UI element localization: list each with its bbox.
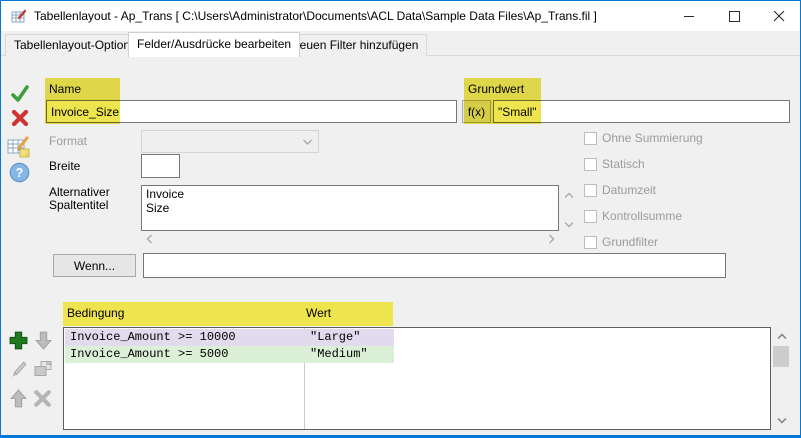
- scroll-down-icon[interactable]: [563, 220, 575, 230]
- delete-condition-button[interactable]: [32, 388, 53, 409]
- wenn-condition-input[interactable]: [143, 253, 726, 278]
- duplicate-condition-button[interactable]: [32, 358, 54, 379]
- checkbox-statisch[interactable]: Statisch: [584, 157, 645, 171]
- table-layout-dialog: Tabellenlayout - Ap_Trans [ C:\Users\Adm…: [0, 0, 801, 438]
- name-input[interactable]: [46, 100, 457, 123]
- move-down-button[interactable]: [33, 330, 54, 351]
- format-dropdown[interactable]: [141, 130, 319, 153]
- add-condition-button[interactable]: [8, 330, 29, 351]
- checkbox-datumzeit[interactable]: Datumzeit: [584, 183, 656, 197]
- checkbox-grundfilter[interactable]: Grundfilter: [584, 235, 658, 249]
- tab-edit-fields-expressions[interactable]: Felder/Ausdrücke bearbeiten: [128, 32, 300, 57]
- svg-text:?: ?: [16, 166, 24, 180]
- scroll-left-icon[interactable]: [145, 233, 157, 243]
- condition-row[interactable]: Invoice_Amount >= 10000 "Large": [65, 329, 394, 346]
- table-layout-icon: [11, 8, 27, 24]
- close-button[interactable]: [757, 1, 801, 31]
- value-cell: "Large": [310, 329, 360, 346]
- checkbox-label: Kontrollsumme: [602, 209, 682, 223]
- default-value-label: Grundwert: [468, 82, 524, 96]
- scroll-right-icon[interactable]: [547, 233, 559, 243]
- checkbox-box: [584, 184, 597, 197]
- checkbox-box: [584, 132, 597, 145]
- condition-cell: Invoice_Amount >= 5000: [70, 346, 228, 363]
- condition-cell: Invoice_Amount >= 10000: [70, 329, 236, 346]
- scrollbar-up-icon[interactable]: [776, 332, 788, 342]
- chevron-down-icon: [302, 138, 314, 148]
- wenn-condition-button[interactable]: Wenn...: [53, 254, 136, 277]
- checkbox-box: [584, 158, 597, 171]
- scroll-up-icon[interactable]: [563, 191, 575, 201]
- fx-expression-button[interactable]: f(x): [462, 100, 491, 123]
- title-bar: Tabellenlayout - Ap_Trans [ C:\Users\Adm…: [1, 1, 800, 31]
- move-up-button[interactable]: [8, 388, 29, 409]
- checkbox-label: Datumzeit: [602, 183, 656, 197]
- discard-entry-button[interactable]: [10, 108, 30, 128]
- tab-strip: Tabellenlayout-Optionen Felder/Ausdrücke…: [1, 31, 800, 56]
- checkbox-ohne-summierung[interactable]: Ohne Summierung: [584, 131, 703, 145]
- format-label: Format: [49, 134, 87, 148]
- value-column-header: Wert: [306, 306, 331, 320]
- alt-column-title-label-line2: Spaltentitel: [49, 198, 108, 212]
- checkbox-label: Grundfilter: [602, 235, 658, 249]
- scrollbar-down-icon[interactable]: [776, 416, 788, 426]
- edit-condition-button[interactable]: [8, 359, 29, 380]
- condition-column-header: Bedingung: [67, 306, 124, 320]
- default-value-input[interactable]: [493, 100, 790, 123]
- alt-column-title-textarea[interactable]: Invoice Size: [141, 185, 559, 231]
- checkbox-box: [584, 210, 597, 223]
- width-label: Breite: [49, 159, 80, 173]
- checkbox-box: [584, 236, 597, 249]
- condition-listbox[interactable]: Invoice_Amount >= 10000 "Large" Invoice_…: [63, 327, 771, 430]
- accept-entry-button[interactable]: [10, 84, 30, 104]
- condition-grid-header: Bedingung Wert: [63, 302, 393, 326]
- alt-column-title-label-line1: Alternativer: [49, 185, 110, 199]
- checkbox-label: Ohne Summierung: [602, 131, 703, 145]
- checkbox-kontrollsumme[interactable]: Kontrollsumme: [584, 209, 682, 223]
- value-cell: "Medium": [310, 346, 368, 363]
- width-input[interactable]: [141, 154, 180, 178]
- window-title: Tabellenlayout - Ap_Trans [ C:\Users\Adm…: [34, 9, 597, 23]
- condition-row[interactable]: Invoice_Amount >= 5000 "Medium": [65, 346, 394, 363]
- scrollbar-thumb[interactable]: [773, 346, 789, 367]
- name-label: Name: [49, 82, 81, 96]
- tab-add-new-filter[interactable]: Neuen Filter hinzufügen: [282, 34, 427, 56]
- edit-table-layout-icon[interactable]: [7, 134, 34, 159]
- minimize-button[interactable]: [667, 1, 712, 31]
- maximize-button[interactable]: [712, 1, 757, 31]
- help-button[interactable]: ?: [9, 162, 30, 183]
- checkbox-label: Statisch: [602, 157, 645, 171]
